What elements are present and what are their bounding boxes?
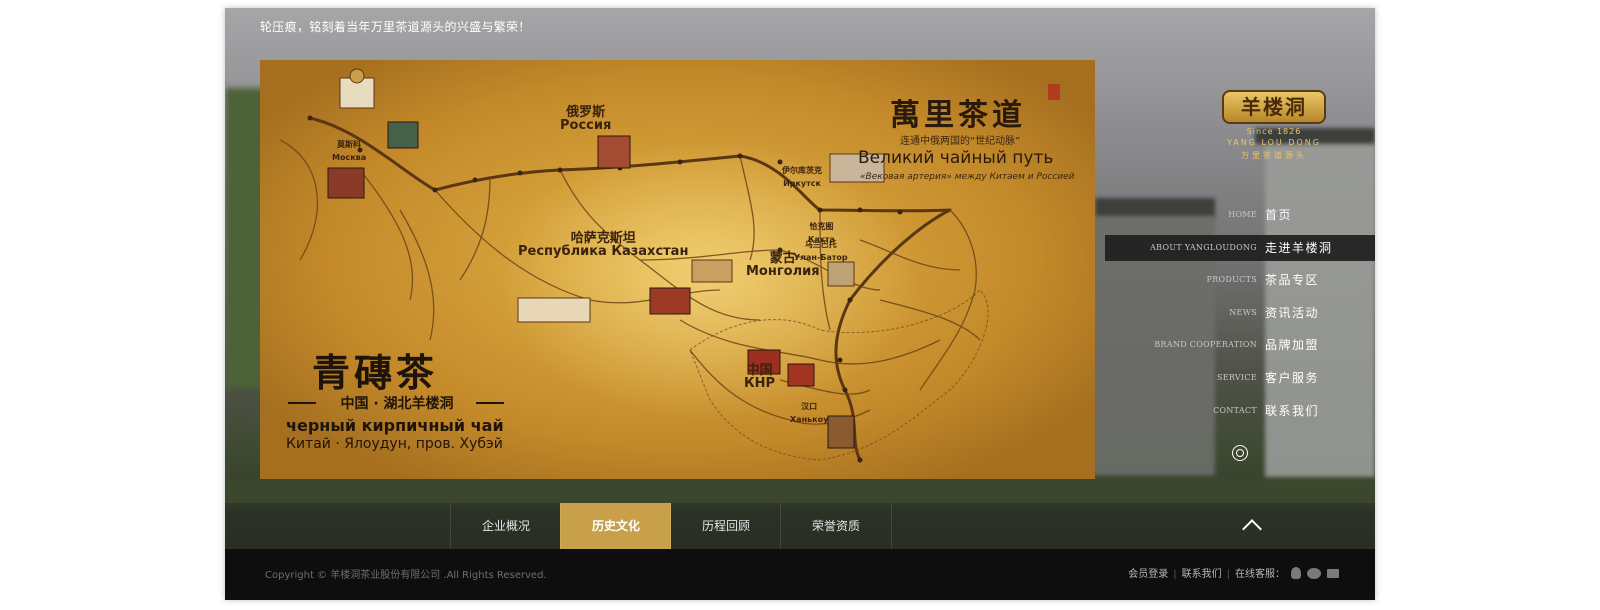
label-irkutsk: 伊尔库茨克 Иркутск <box>782 166 822 188</box>
nav-item-cn-label: 首页 <box>1265 208 1293 222</box>
sub-nav-bar: 企业概况 历史文化 历程回顾 荣誉资质 <box>225 503 1375 549</box>
nav-item-cn-label: 资讯活动 <box>1265 305 1320 320</box>
map-russian-subtitle: «Вековая артерия» между Китаем и Россией <box>860 172 1075 182</box>
nav-item-en-label: PRODUCTS <box>1206 275 1257 285</box>
label-kazakhstan: 哈萨克斯坦 Республика Казахстан <box>518 231 689 259</box>
subnav-tab-milestones[interactable]: 历程回顾 <box>670 503 781 549</box>
nav-item-contact[interactable]: CONTACT 联系我们 <box>1105 398 1375 424</box>
contact-us-link[interactable]: 联系我们 <box>1182 569 1222 580</box>
footer: Copyright © 羊楼洞茶业股份有限公司 .All Rights Rese… <box>225 549 1375 600</box>
subnav-tab-company-overview[interactable]: 企业概况 <box>450 503 561 549</box>
map-subtitle: 连通中俄两国的“世纪动脉” <box>900 136 1021 147</box>
nav-item-cn-label: 品牌加盟 <box>1265 338 1320 353</box>
nav-item-products[interactable]: PRODUCTS 茶品专区 <box>1105 267 1375 293</box>
nav-item-news[interactable]: NEWS 资讯活动 <box>1105 300 1375 326</box>
mail-icon[interactable] <box>1327 569 1339 578</box>
logo-subtitle: 万里茶道源头 <box>1241 151 1307 160</box>
tea-road-map: 萬里茶道 连通中俄两国的“世纪动脉” Великий чайный путь «… <box>260 60 1095 479</box>
qq-icon[interactable] <box>1291 567 1301 579</box>
logo-english-name: YANG LOU DONG <box>1227 138 1321 147</box>
subnav-tab-honors[interactable]: 荣誉资质 <box>780 503 892 549</box>
logo-since: Since 1826 <box>1246 127 1302 136</box>
nav-item-en-label: CONTACT <box>1213 405 1257 415</box>
map-title: 萬里茶道 <box>890 98 1026 133</box>
nav-item-about[interactable]: ABOUT YANGLOUDONG 走进羊楼洞 <box>1105 234 1375 261</box>
brick-tea-location-russian: Китай · Ялоудун, пров. Хубэй <box>286 436 503 452</box>
label-moscow: 莫斯科 Москва <box>332 140 367 162</box>
nav-item-cn-label: 茶品专区 <box>1265 273 1320 288</box>
nav-item-en-label: ABOUT YANGLOUDONG <box>1150 242 1257 252</box>
footer-links: 会员登录 | 联系我们 | 在线客服： <box>1128 565 1285 580</box>
red-seal-icon <box>1048 84 1060 100</box>
nav-item-en-label: HOME <box>1228 210 1257 219</box>
search-icon[interactable] <box>1232 445 1248 461</box>
label-china: 中国 КНР <box>744 363 776 391</box>
label-ulan-bator: 乌兰巴托 Улан-Батор <box>794 240 848 262</box>
brick-tea-origin: 中国 · 湖北羊楼洞 <box>340 396 454 412</box>
brick-tea-title: 青磚茶 <box>312 350 439 395</box>
online-service-label: 在线客服： <box>1235 569 1285 580</box>
member-login-link[interactable]: 会员登录 <box>1128 569 1168 580</box>
nav-item-en-label: SERVICE <box>1216 372 1257 382</box>
separator: | <box>1173 569 1177 580</box>
nav-item-cn-label: 联系我们 <box>1265 403 1320 418</box>
nav-item-en-label: NEWS <box>1229 307 1257 317</box>
separator: | <box>1226 569 1230 580</box>
nav-item-home[interactable]: HOME 首页 <box>1105 202 1375 228</box>
brand-logo[interactable]: 羊楼洞 Since 1826 YANG LOU DONG 万里茶道源头 <box>1215 90 1333 180</box>
main-nav: HOME 首页 ABOUT YANGLOUDONG 走进羊楼洞 PRODUCTS… <box>1105 202 1375 430</box>
brick-tea-russian: черный кирпичный чай <box>286 416 504 435</box>
nav-item-en-label: BRAND COOPERATION <box>1154 340 1257 350</box>
banner-slogan: 轮压痕，铭刻着当年万里茶道源头的兴盛与繁荣！ <box>260 20 531 34</box>
subnav-tab-history-culture[interactable]: 历史文化 <box>560 503 671 549</box>
origin-rule-left <box>288 402 316 404</box>
nav-item-brand-cooperation[interactable]: BRAND COOPERATION 品牌加盟 <box>1105 332 1375 358</box>
nav-item-cn-label: 客户服务 <box>1265 370 1320 385</box>
origin-rule-right <box>476 402 504 404</box>
nav-item-service[interactable]: SERVICE 客户服务 <box>1105 365 1375 391</box>
wechat-icon[interactable] <box>1307 568 1321 579</box>
map-russian-title: Великий чайный путь <box>858 148 1054 168</box>
brick-tea-origin-row: 中国 · 湖北羊楼洞 <box>288 393 506 413</box>
copyright-text: Copyright © 羊楼洞茶业股份有限公司 .All Rights Rese… <box>265 570 547 581</box>
nav-item-cn-label: 走进羊楼洞 <box>1265 240 1333 255</box>
label-hankou: 汉口 Ханькоу <box>790 402 829 424</box>
logo-badge: 羊楼洞 <box>1222 90 1326 124</box>
page-frame: 轮压痕，铭刻着当年万里茶道源头的兴盛与繁荣！ 萬里茶道 连通中俄两国的“世纪动脉… <box>225 8 1375 600</box>
label-russia: 俄罗斯 Россия <box>560 105 612 133</box>
